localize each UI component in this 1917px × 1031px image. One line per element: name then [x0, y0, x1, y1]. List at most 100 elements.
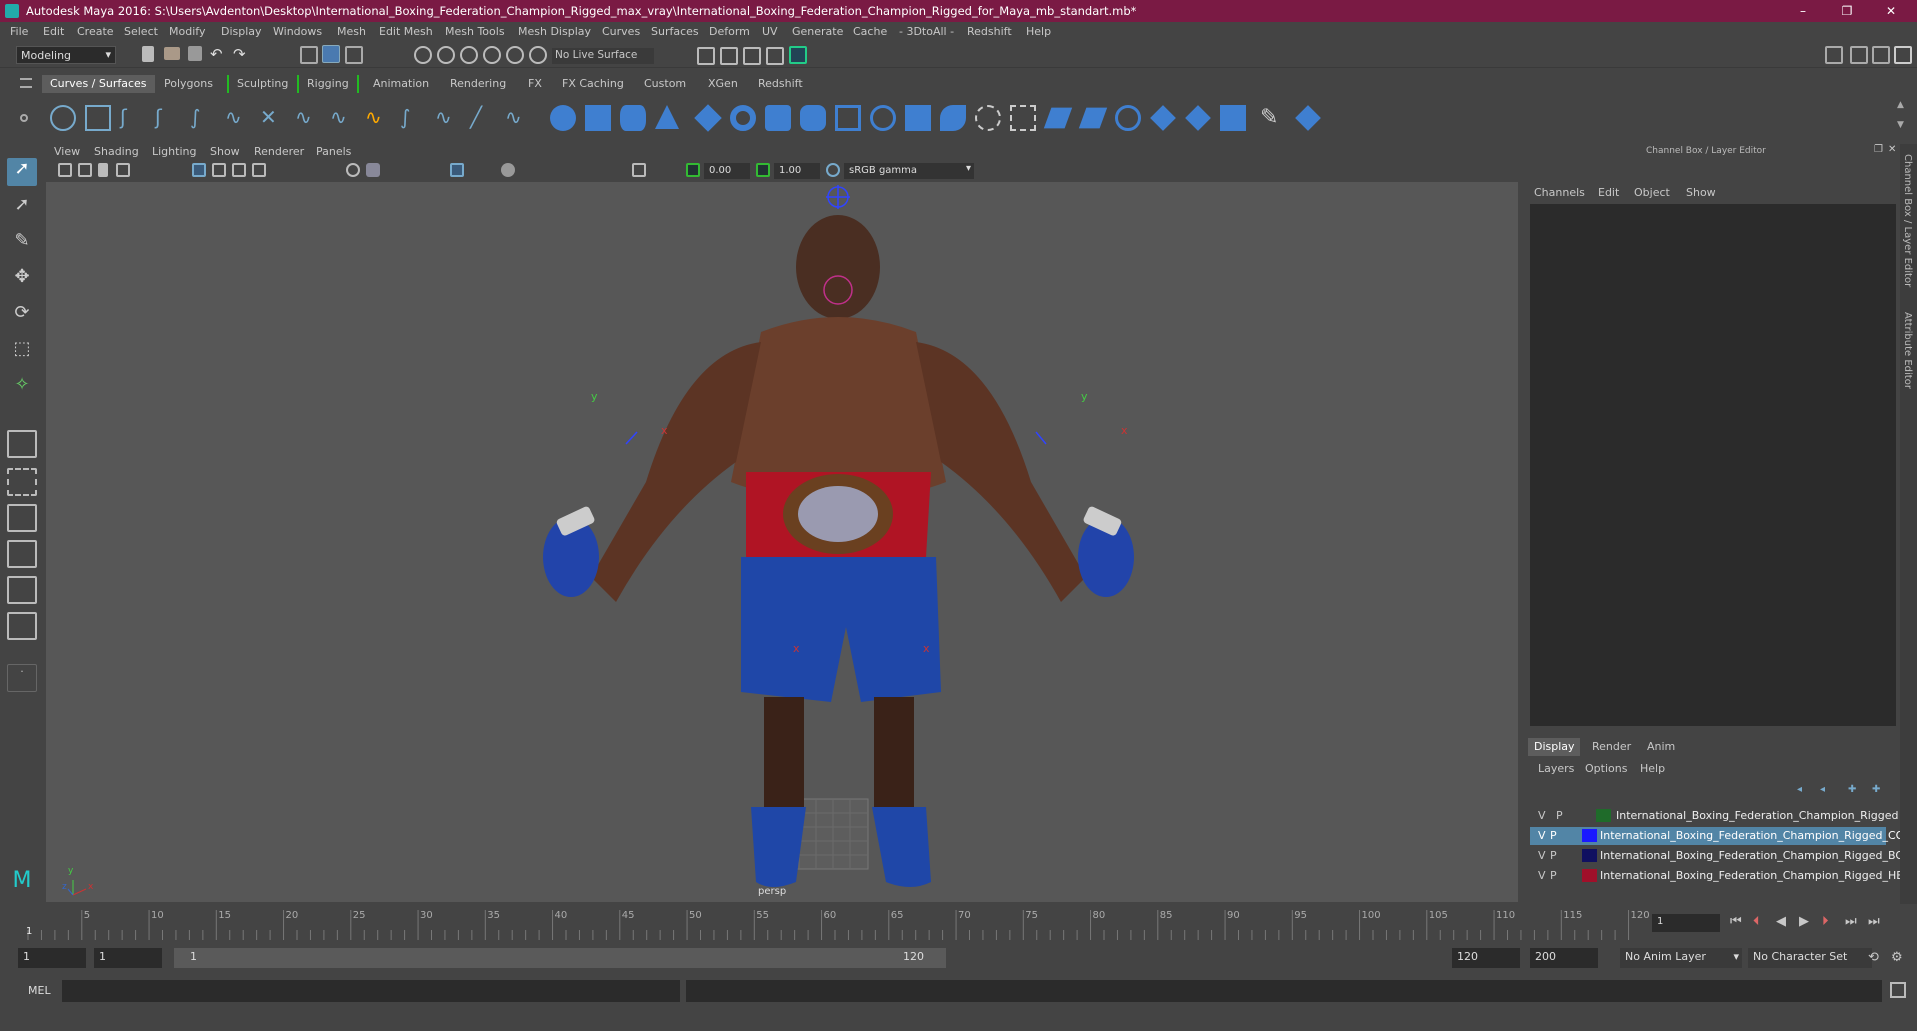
menu-generate[interactable]: Generate — [792, 25, 843, 38]
playback-end-field[interactable]: 120 — [1452, 948, 1520, 968]
side-tab-attribute-editor[interactable]: Attribute Editor — [1902, 312, 1913, 389]
sculpt-geometry-icon[interactable]: ✎ — [1260, 105, 1286, 131]
select-by-hierarchy-icon[interactable] — [300, 46, 318, 64]
end-time-field[interactable]: 200 — [1530, 948, 1598, 968]
bookmark-icon[interactable] — [98, 163, 108, 177]
nurbs-cylinder-icon[interactable] — [620, 105, 646, 131]
auto-key-icon[interactable]: ⟲ — [1868, 950, 1879, 965]
snap-curve-icon[interactable] — [437, 46, 455, 64]
new-layer-selected-icon[interactable]: ✚ — [1872, 784, 1880, 795]
undo-icon[interactable]: ↶ — [210, 45, 228, 63]
hypershade-icon[interactable] — [789, 46, 807, 64]
tab-polygons[interactable]: Polygons — [156, 75, 221, 93]
new-layer-icon[interactable]: ✚ — [1848, 784, 1856, 795]
step-forward-icon[interactable]: ⏭ — [1845, 914, 1857, 929]
bezier-curve-icon[interactable]: ∫ — [190, 105, 216, 131]
outliner-layout-icon[interactable] — [7, 576, 37, 604]
nurbs-square-icon[interactable] — [85, 105, 111, 131]
layer-playback-toggle[interactable]: P — [1556, 809, 1563, 822]
persp-graph-layout-icon[interactable] — [7, 540, 37, 568]
tab-animation[interactable]: Animation — [365, 75, 437, 93]
new-scene-icon[interactable] — [142, 46, 154, 62]
layer-visibility-toggle[interactable]: V — [1538, 809, 1546, 822]
channel-box-toggle-icon[interactable] — [1894, 46, 1912, 64]
camera-attributes-icon[interactable] — [78, 163, 92, 177]
gamma-icon[interactable] — [756, 163, 770, 177]
extrude-icon[interactable] — [870, 105, 896, 131]
persp-outliner-layout-icon[interactable] — [7, 504, 37, 532]
close-button[interactable]: ✕ — [1869, 0, 1913, 22]
menu-3dtoall[interactable]: - 3DtoAll - — [899, 25, 954, 38]
cb-menu-object[interactable]: Object — [1634, 186, 1670, 199]
menu-edit[interactable]: Edit — [43, 25, 64, 38]
add-points-icon[interactable]: ∿ — [505, 105, 531, 131]
menu-modify[interactable]: Modify — [169, 25, 205, 38]
tab-rigging[interactable]: Rigging — [297, 75, 359, 93]
cv-curve-icon[interactable]: ʃ — [120, 105, 146, 131]
rotate-tool-icon[interactable]: ⟳ — [7, 302, 37, 330]
perspective-viewport[interactable]: y x y x x x y x z persp — [46, 182, 1518, 902]
extend-curve-icon[interactable]: ∫ — [400, 105, 426, 131]
tab-xgen[interactable]: XGen — [700, 75, 746, 93]
four-view-layout-icon[interactable] — [7, 468, 37, 496]
menu-display[interactable]: Display — [221, 25, 262, 38]
layer-name[interactable]: International_Boxing_Federation_Champion… — [1600, 869, 1906, 882]
film-gate-icon[interactable] — [212, 163, 226, 177]
insert-knot-icon[interactable]: ∿ — [365, 105, 391, 131]
birail-icon[interactable] — [905, 105, 931, 131]
menu-mesh-tools[interactable]: Mesh Tools — [445, 25, 505, 38]
layer-visibility-toggle[interactable]: V — [1538, 829, 1546, 842]
snap-view-plane-icon[interactable] — [506, 46, 524, 64]
layer-name[interactable]: International_Boxing_Federation_Champion… — [1600, 849, 1904, 862]
maximize-button[interactable]: ❐ — [1825, 0, 1869, 22]
menu-edit-mesh[interactable]: Edit Mesh — [379, 25, 433, 38]
exposure-field[interactable]: 0.00 — [704, 163, 750, 179]
vp-menu-shading[interactable]: Shading — [94, 145, 139, 158]
render-view-icon[interactable] — [697, 47, 715, 65]
tab-redshift[interactable]: Redshift — [750, 75, 811, 93]
tab-rendering[interactable]: Rendering — [442, 75, 514, 93]
step-back-key-icon[interactable]: ⏴ — [1753, 914, 1760, 929]
gamma-field[interactable]: 1.00 — [774, 163, 820, 179]
layer-menu-help[interactable]: Help — [1640, 762, 1665, 775]
loft-icon[interactable] — [800, 105, 826, 131]
layer-visibility-toggle[interactable]: V — [1538, 849, 1546, 862]
smooth-shade-icon[interactable] — [366, 163, 380, 177]
make-live-icon[interactable] — [529, 46, 547, 64]
redo-icon[interactable]: ↷ — [233, 45, 251, 63]
square-surface-icon[interactable] — [975, 105, 1001, 131]
offset-curve-icon[interactable]: ∿ — [435, 105, 461, 131]
step-back-icon[interactable]: ◀ — [1776, 914, 1786, 929]
layer-visibility-toggle[interactable]: V — [1538, 869, 1546, 882]
rebuild-curve-icon[interactable]: ╱ — [470, 105, 496, 131]
layer-row[interactable]: V P International_Boxing_Federation_Cham… — [1530, 867, 1906, 885]
layer-name[interactable]: International_Boxing_Federation_Champion… — [1616, 809, 1899, 822]
pencil-curve-icon[interactable]: ∿ — [225, 105, 251, 131]
surface-editing-icon[interactable] — [1295, 105, 1321, 131]
layer-tab-anim[interactable]: Anim — [1647, 740, 1675, 753]
live-surface-field[interactable]: No Live Surface — [552, 48, 654, 64]
menu-redshift[interactable]: Redshift — [967, 25, 1012, 38]
shelf-scroll-up-icon[interactable]: ▲ — [1897, 100, 1904, 110]
move-layer-down-icon[interactable]: ◂ — [1820, 784, 1825, 795]
arc-icon[interactable]: ✕ — [260, 105, 286, 131]
detach-curves-icon[interactable]: ∿ — [330, 105, 356, 131]
layer-row[interactable]: V P International_Boxing_Federation_Cham… — [1530, 807, 1899, 825]
panel-layout-icon[interactable] — [1872, 46, 1890, 64]
vp-menu-view[interactable]: View — [54, 145, 80, 158]
menu-create[interactable]: Create — [77, 25, 114, 38]
menu-select[interactable]: Select — [124, 25, 158, 38]
scale-tool-icon[interactable]: ⬚ — [7, 338, 37, 366]
tab-sculpting[interactable]: Sculpting — [227, 75, 296, 93]
custom-layout-icon[interactable]: · — [7, 664, 37, 692]
layer-row[interactable]: V P International_Boxing_Federation_Cham… — [1530, 847, 1904, 865]
menu-curves[interactable]: Curves — [602, 25, 640, 38]
shelf-menu-icon[interactable] — [20, 78, 32, 88]
layer-color-swatch[interactable] — [1582, 829, 1597, 842]
command-input[interactable] — [62, 980, 680, 1002]
tab-custom[interactable]: Custom — [636, 75, 694, 93]
vp-menu-show[interactable]: Show — [210, 145, 240, 158]
exposure-icon[interactable] — [686, 163, 700, 177]
step-forward-key-icon[interactable]: ⏵ — [1822, 914, 1829, 929]
goto-start-icon[interactable]: ⏮ — [1730, 914, 1742, 929]
